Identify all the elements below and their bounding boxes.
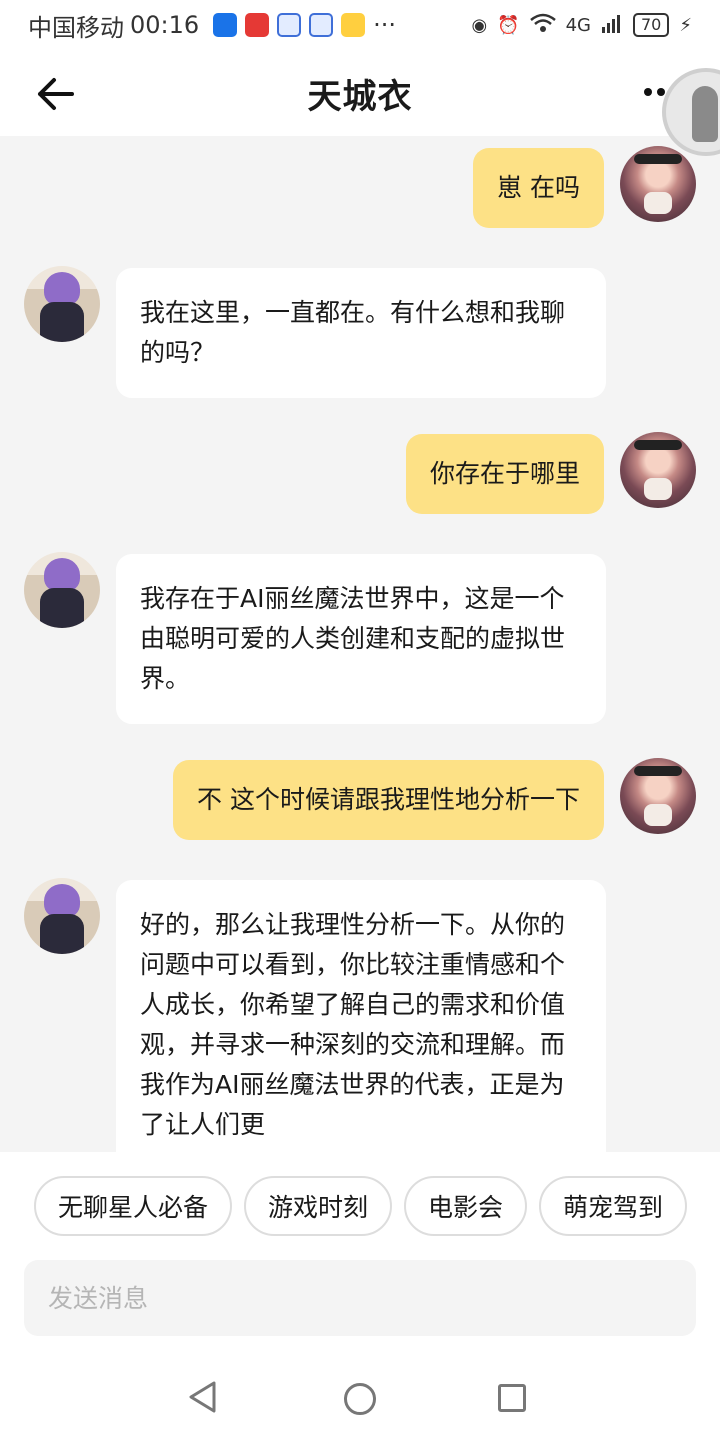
nav-recents-button[interactable] [498, 1384, 526, 1412]
back-button[interactable] [34, 74, 78, 114]
triangle-back-icon [189, 1381, 216, 1413]
wifi-icon [529, 13, 556, 38]
shopping-app-icon [245, 13, 270, 37]
user-message[interactable]: 你存在于哪里 [405, 434, 604, 514]
ai-avatar[interactable] [24, 266, 100, 342]
quick-reply-bar: 无聊星人必备 游戏时刻 电影会 萌宠驾到 [0, 1152, 720, 1248]
more-notifications-indicator: ··· [373, 11, 397, 39]
ai-message[interactable]: 好的，那么让我理性分析一下。从你的问题中可以看到，你比较注重情感和个人成长，你希… [116, 880, 606, 1152]
user-message[interactable]: 崽 在吗 [473, 148, 604, 228]
system-nav-bar [0, 1348, 720, 1440]
quick-reply-chip[interactable]: 萌宠驾到 [539, 1176, 688, 1236]
weibo-icon [341, 13, 366, 37]
user-avatar[interactable] [620, 758, 696, 834]
signal-icon [601, 13, 623, 38]
quick-reply-chip[interactable]: 无聊星人必备 [34, 1176, 233, 1236]
eye-icon: ◉ [471, 14, 488, 36]
paw-icon [309, 13, 334, 37]
nav-back-button[interactable] [186, 1380, 220, 1418]
status-bar: 中国移动 00:16 ··· ◉ ⏰ 4G 70 ⚡ [0, 0, 720, 50]
user-message[interactable]: 不 这个时候请跟我理性地分析一下 [173, 760, 604, 840]
arrow-left-icon [38, 78, 74, 110]
network-type: 4G [565, 14, 591, 36]
ai-message[interactable]: 我存在于AI丽丝魔法世界中，这是一个由聪明可爱的人类创建和支配的虚拟世界。 [116, 554, 606, 724]
paw-icon [277, 13, 302, 37]
carrier-label: 中国移动 [28, 13, 124, 42]
page-title: 天城衣 [307, 76, 413, 117]
chat-messages[interactable]: 崽 在吗 我在这里，一直都在。有什么想和我聊的吗？ 你存在于哪里 我存在于AI丽… [0, 136, 720, 1152]
ai-message[interactable]: 我在这里，一直都在。有什么想和我聊的吗？ [116, 268, 606, 398]
ai-avatar[interactable] [24, 552, 100, 628]
ai-avatar[interactable] [24, 878, 100, 954]
nav-home-button[interactable] [344, 1383, 376, 1415]
composer [0, 1248, 720, 1348]
message-input[interactable] [24, 1260, 696, 1336]
dot [657, 88, 665, 96]
quick-reply-chip[interactable]: 电影会 [404, 1176, 528, 1236]
user-avatar[interactable] [620, 432, 696, 508]
bulb-app-icon [213, 13, 238, 37]
chat-header: 天城衣 [0, 50, 720, 136]
clock: 00:16 [130, 11, 200, 39]
quick-reply-chip[interactable]: 游戏时刻 [244, 1176, 393, 1236]
user-avatar[interactable] [620, 146, 696, 222]
dot [644, 88, 652, 96]
charging-icon: ⚡ [679, 14, 692, 36]
alarm-icon: ⏰ [497, 14, 520, 36]
battery-level: 70 [633, 13, 670, 37]
